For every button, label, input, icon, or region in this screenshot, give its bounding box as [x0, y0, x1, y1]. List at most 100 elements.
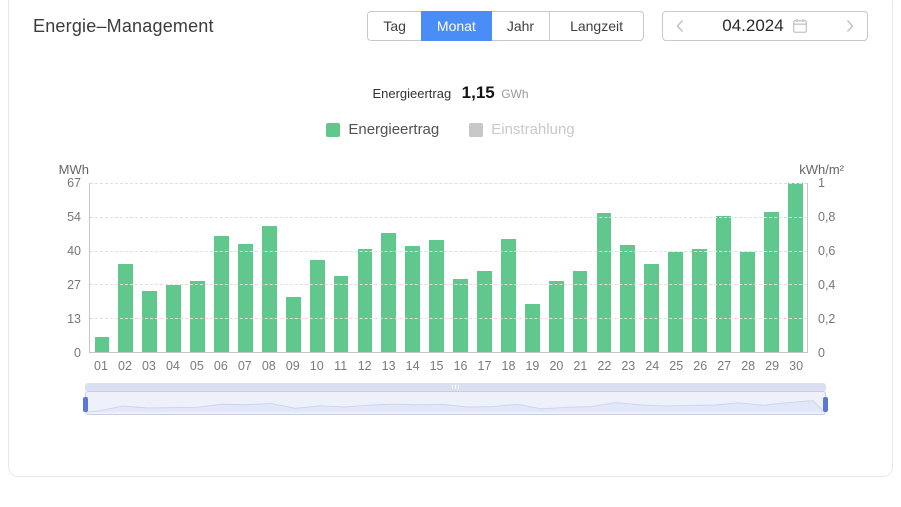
bar-07[interactable] [238, 244, 253, 352]
calendar-icon[interactable] [792, 18, 808, 34]
x-axis-labels: 0102030405060708091011121314151617181920… [89, 359, 808, 373]
bar-20[interactable] [549, 281, 564, 352]
summary-unit: GWh [501, 87, 528, 101]
bar-01[interactable] [95, 337, 110, 352]
y-tick-left: 0 [74, 346, 81, 360]
x-tick-label: 19 [520, 359, 544, 373]
data-zoom-slider[interactable] [85, 383, 826, 415]
y-tick-right: 0,6 [818, 244, 835, 258]
x-tick-label: 30 [784, 359, 808, 373]
bar-slot [138, 183, 162, 352]
chevron-left-icon [675, 18, 685, 34]
bar-30[interactable] [788, 183, 803, 352]
y-tick-right: 0,4 [818, 278, 835, 292]
bar-slot [305, 183, 329, 352]
bar-09[interactable] [286, 297, 301, 352]
bar-14[interactable] [405, 246, 420, 352]
next-month-button[interactable] [833, 12, 867, 40]
x-tick-label: 17 [473, 359, 497, 373]
bar-slot [377, 183, 401, 352]
chevron-right-icon [845, 18, 855, 34]
slider-handle-left[interactable] [83, 397, 88, 412]
summary-value: 1,15 [462, 83, 495, 102]
bar-17[interactable] [477, 271, 492, 352]
slider-track[interactable] [85, 391, 826, 415]
bar-slot [640, 183, 664, 352]
bar-10[interactable] [310, 260, 325, 352]
bar-slot [783, 183, 807, 352]
x-tick-label: 03 [137, 359, 161, 373]
legend-item-einstrahlung[interactable]: Einstrahlung [469, 121, 574, 138]
bar-29[interactable] [764, 212, 779, 352]
bars [90, 183, 807, 352]
bar-25[interactable] [668, 252, 683, 352]
bar-03[interactable] [142, 291, 157, 352]
bar-12[interactable] [358, 249, 373, 352]
slider-handle-right[interactable] [823, 397, 828, 412]
legend-label: Energieertrag [348, 121, 439, 138]
chart: MWh kWh/m² 67544027130 10,80,60,40,20 01… [33, 162, 868, 415]
legend-item-energieertrag[interactable]: Energieertrag [326, 121, 439, 138]
bar-slot [473, 183, 497, 352]
bar-24[interactable] [644, 264, 659, 352]
bar-slot [281, 183, 305, 352]
plot-area [89, 183, 808, 353]
x-tick-label: 21 [568, 359, 592, 373]
bar-slot [712, 183, 736, 352]
bar-02[interactable] [118, 264, 133, 352]
bar-06[interactable] [214, 236, 229, 352]
prev-month-button[interactable] [663, 12, 697, 40]
bar-slot [353, 183, 377, 352]
x-tick-label: 28 [736, 359, 760, 373]
bar-21[interactable] [573, 271, 588, 352]
bar-slot [210, 183, 234, 352]
y-axis-right: 10,80,60,40,20 [808, 183, 868, 353]
bar-16[interactable] [453, 279, 468, 352]
bar-slot [592, 183, 616, 352]
x-tick-label: 26 [688, 359, 712, 373]
date-value[interactable]: 04.2024 [722, 16, 783, 36]
bar-05[interactable] [190, 281, 205, 352]
bar-slot [616, 183, 640, 352]
y-tick-right: 0 [818, 346, 825, 360]
tab-tag[interactable]: Tag [367, 11, 422, 41]
x-tick-label: 01 [89, 359, 113, 373]
bar-slot [233, 183, 257, 352]
view-tabs: TagMonatJahrLangzeit [367, 11, 644, 41]
bar-slot [401, 183, 425, 352]
y-axis-right-unit: kWh/m² [799, 162, 844, 177]
x-tick-label: 09 [281, 359, 305, 373]
x-tick-label: 20 [544, 359, 568, 373]
bar-slot [520, 183, 544, 352]
chart-legend: Energieertrag Einstrahlung [33, 121, 868, 138]
legend-swatch [469, 123, 483, 137]
x-tick-label: 07 [233, 359, 257, 373]
bar-23[interactable] [620, 245, 635, 352]
bar-26[interactable] [692, 249, 707, 352]
y-tick-left: 54 [67, 210, 81, 224]
gridline [90, 183, 807, 184]
x-tick-label: 23 [616, 359, 640, 373]
bar-19[interactable] [525, 304, 540, 352]
slider-move-handle[interactable] [85, 383, 826, 391]
bar-28[interactable] [740, 252, 755, 352]
legend-swatch [326, 123, 340, 137]
bar-08[interactable] [262, 226, 277, 352]
bar-15[interactable] [429, 240, 444, 352]
y-tick-left: 13 [67, 312, 81, 326]
bar-11[interactable] [334, 276, 349, 352]
legend-label: Einstrahlung [491, 121, 574, 138]
bar-slot [186, 183, 210, 352]
bar-18[interactable] [501, 239, 516, 353]
tab-monat[interactable]: Monat [421, 11, 492, 41]
energy-summary: Energieertrag 1,15 GWh [33, 83, 868, 103]
x-tick-label: 05 [185, 359, 209, 373]
summary-label: Energieertrag [372, 86, 451, 101]
bar-22[interactable] [597, 213, 612, 352]
x-tick-label: 24 [640, 359, 664, 373]
tab-langzeit[interactable]: Langzeit [549, 11, 644, 41]
y-tick-left: 27 [67, 278, 81, 292]
tab-jahr[interactable]: Jahr [491, 11, 550, 41]
bar-slot [114, 183, 138, 352]
x-tick-label: 27 [712, 359, 736, 373]
